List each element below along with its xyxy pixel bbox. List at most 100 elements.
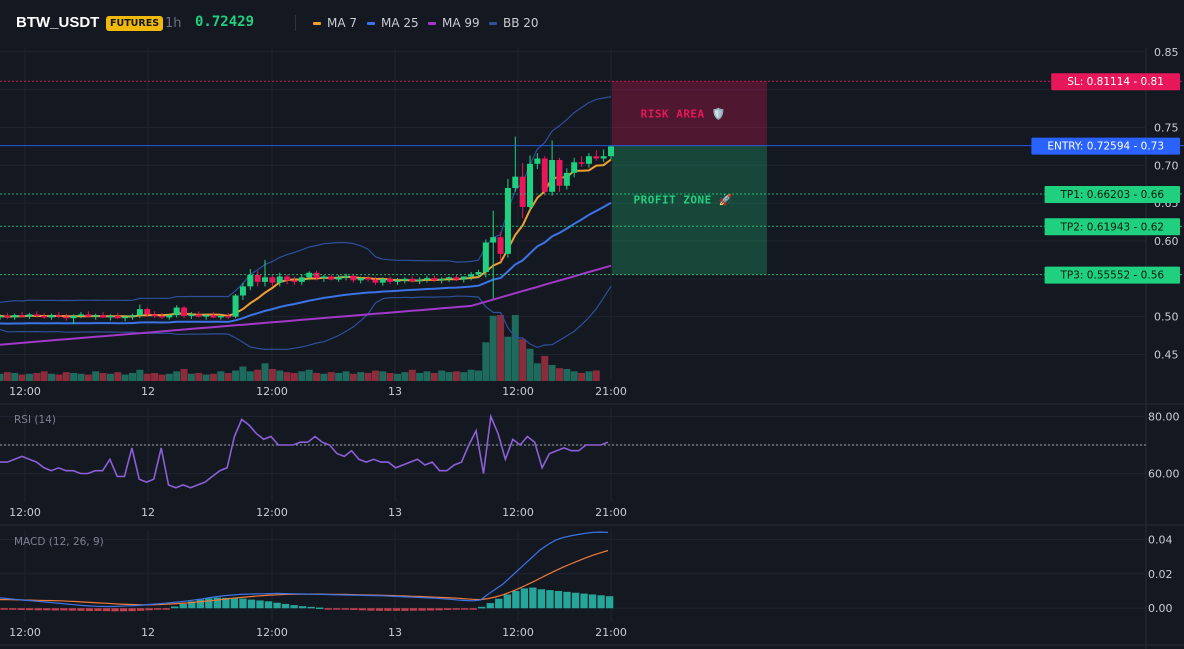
y-tick-label: 0.45 (1154, 349, 1179, 362)
volume-bar (423, 371, 431, 381)
candle-body (203, 315, 210, 317)
volume-bar (246, 371, 254, 381)
volume-bar (143, 373, 151, 381)
level-tag-label: TP2: 0.61943 - 0.62 (1060, 221, 1165, 233)
macd-histogram-bar (34, 608, 42, 611)
candle-body (122, 316, 129, 319)
volume-bar (570, 371, 578, 381)
x-tick-label: 12 (141, 506, 155, 519)
ma7-line (0, 158, 612, 318)
candle-body (541, 158, 548, 192)
candle-body (85, 314, 92, 317)
macd-histogram-bar (154, 608, 162, 610)
macd-histogram-bar (26, 608, 34, 611)
candle-body (276, 276, 283, 283)
candle-body (482, 242, 489, 273)
rsi-title: RSI (14) (14, 414, 56, 426)
x-tick-label: 13 (388, 506, 402, 519)
volume-bar (504, 336, 512, 381)
candle-body (423, 278, 430, 280)
volume-bar (283, 372, 291, 381)
volume-bar (438, 370, 446, 381)
candle-body (490, 237, 497, 243)
volume-bar (136, 369, 144, 381)
macd-histogram-bar (60, 608, 68, 611)
candle-body (181, 307, 188, 316)
y-tick-label: 0.02 (1148, 568, 1173, 581)
volume-bar (151, 372, 159, 381)
volume-bar (482, 342, 490, 381)
volume-bar (62, 372, 70, 381)
candle-body (144, 309, 151, 315)
trading-chart[interactable]: 12:00 12 12:00 13 12:00 21:00 12:00 12 12:00 13 12… (0, 0, 1184, 649)
risk-area-label: RISK AREA 🛡️ (641, 107, 726, 120)
x-tick-label: 12:00 (9, 506, 41, 519)
volume-bar (217, 371, 225, 381)
macd-histogram-bar (537, 589, 546, 609)
macd-histogram-bar (273, 602, 281, 609)
candle-body (571, 162, 578, 173)
candle-body (262, 277, 269, 282)
candle-body (26, 314, 33, 317)
macd-histogram-bar (452, 608, 460, 610)
candle-body (0, 315, 3, 318)
x-tick-label: 12:00 (9, 385, 41, 398)
macd-histogram-bar (605, 596, 614, 609)
candle-body (460, 276, 467, 280)
x-tick-label: 21:00 (595, 626, 627, 639)
candle-body (394, 280, 401, 282)
y-tick-label: 0.00 (1148, 602, 1173, 615)
volume-bar (165, 373, 173, 381)
candle-body (504, 188, 511, 254)
macd-histogram-bar (563, 591, 571, 609)
macd-histogram-bar (0, 608, 8, 610)
candle-body (379, 278, 386, 283)
volume-bar (578, 372, 586, 381)
candle-body (217, 315, 224, 318)
macd-histogram-bar (324, 608, 332, 610)
macd-histogram-bar (145, 608, 153, 611)
candle-body (608, 146, 614, 157)
volume-bar (106, 373, 114, 381)
candle-body (55, 315, 62, 317)
volume-bar (548, 364, 556, 381)
volume-bar (33, 372, 41, 381)
macd-histogram-bar (51, 608, 59, 611)
volume-bar (585, 371, 593, 381)
candle-body (431, 278, 438, 281)
candle-body (63, 316, 70, 319)
volume-bar (276, 370, 284, 381)
macd-histogram-bar (350, 608, 358, 610)
macd-histogram-bar (111, 608, 119, 612)
volume-bar (77, 373, 85, 381)
candle-body (247, 275, 254, 287)
volume-bar (416, 372, 424, 381)
candle-body (269, 277, 276, 283)
candle-body (438, 278, 445, 281)
volume-bar (386, 372, 394, 381)
volume-bar (460, 372, 468, 381)
candle-body (401, 278, 408, 281)
level-tag-label: TP1: 0.66203 - 0.66 (1060, 189, 1165, 201)
macd-histogram-bar (486, 603, 494, 609)
volume-bar (11, 372, 19, 381)
macd-histogram-bar (94, 608, 102, 611)
macd-histogram-bar (409, 608, 418, 611)
volume-bar (180, 368, 188, 381)
volume-bar (40, 371, 48, 381)
candle-body (114, 315, 121, 319)
macd-histogram-bar (43, 608, 51, 611)
volume-bar (467, 369, 475, 381)
macd-histogram-bar (469, 608, 477, 610)
volume-bar (158, 374, 166, 381)
volume-bar (70, 372, 78, 381)
macd-histogram-bar (256, 600, 264, 609)
macd-histogram-bar (281, 603, 290, 609)
volume-bar (541, 356, 549, 381)
macd-histogram-bar (392, 608, 401, 611)
macd-histogram-bar (384, 608, 392, 611)
volume-bar (526, 348, 534, 381)
volume-bar (349, 373, 357, 381)
volume-bar (452, 371, 460, 381)
x-tick-label: 21:00 (595, 385, 627, 398)
